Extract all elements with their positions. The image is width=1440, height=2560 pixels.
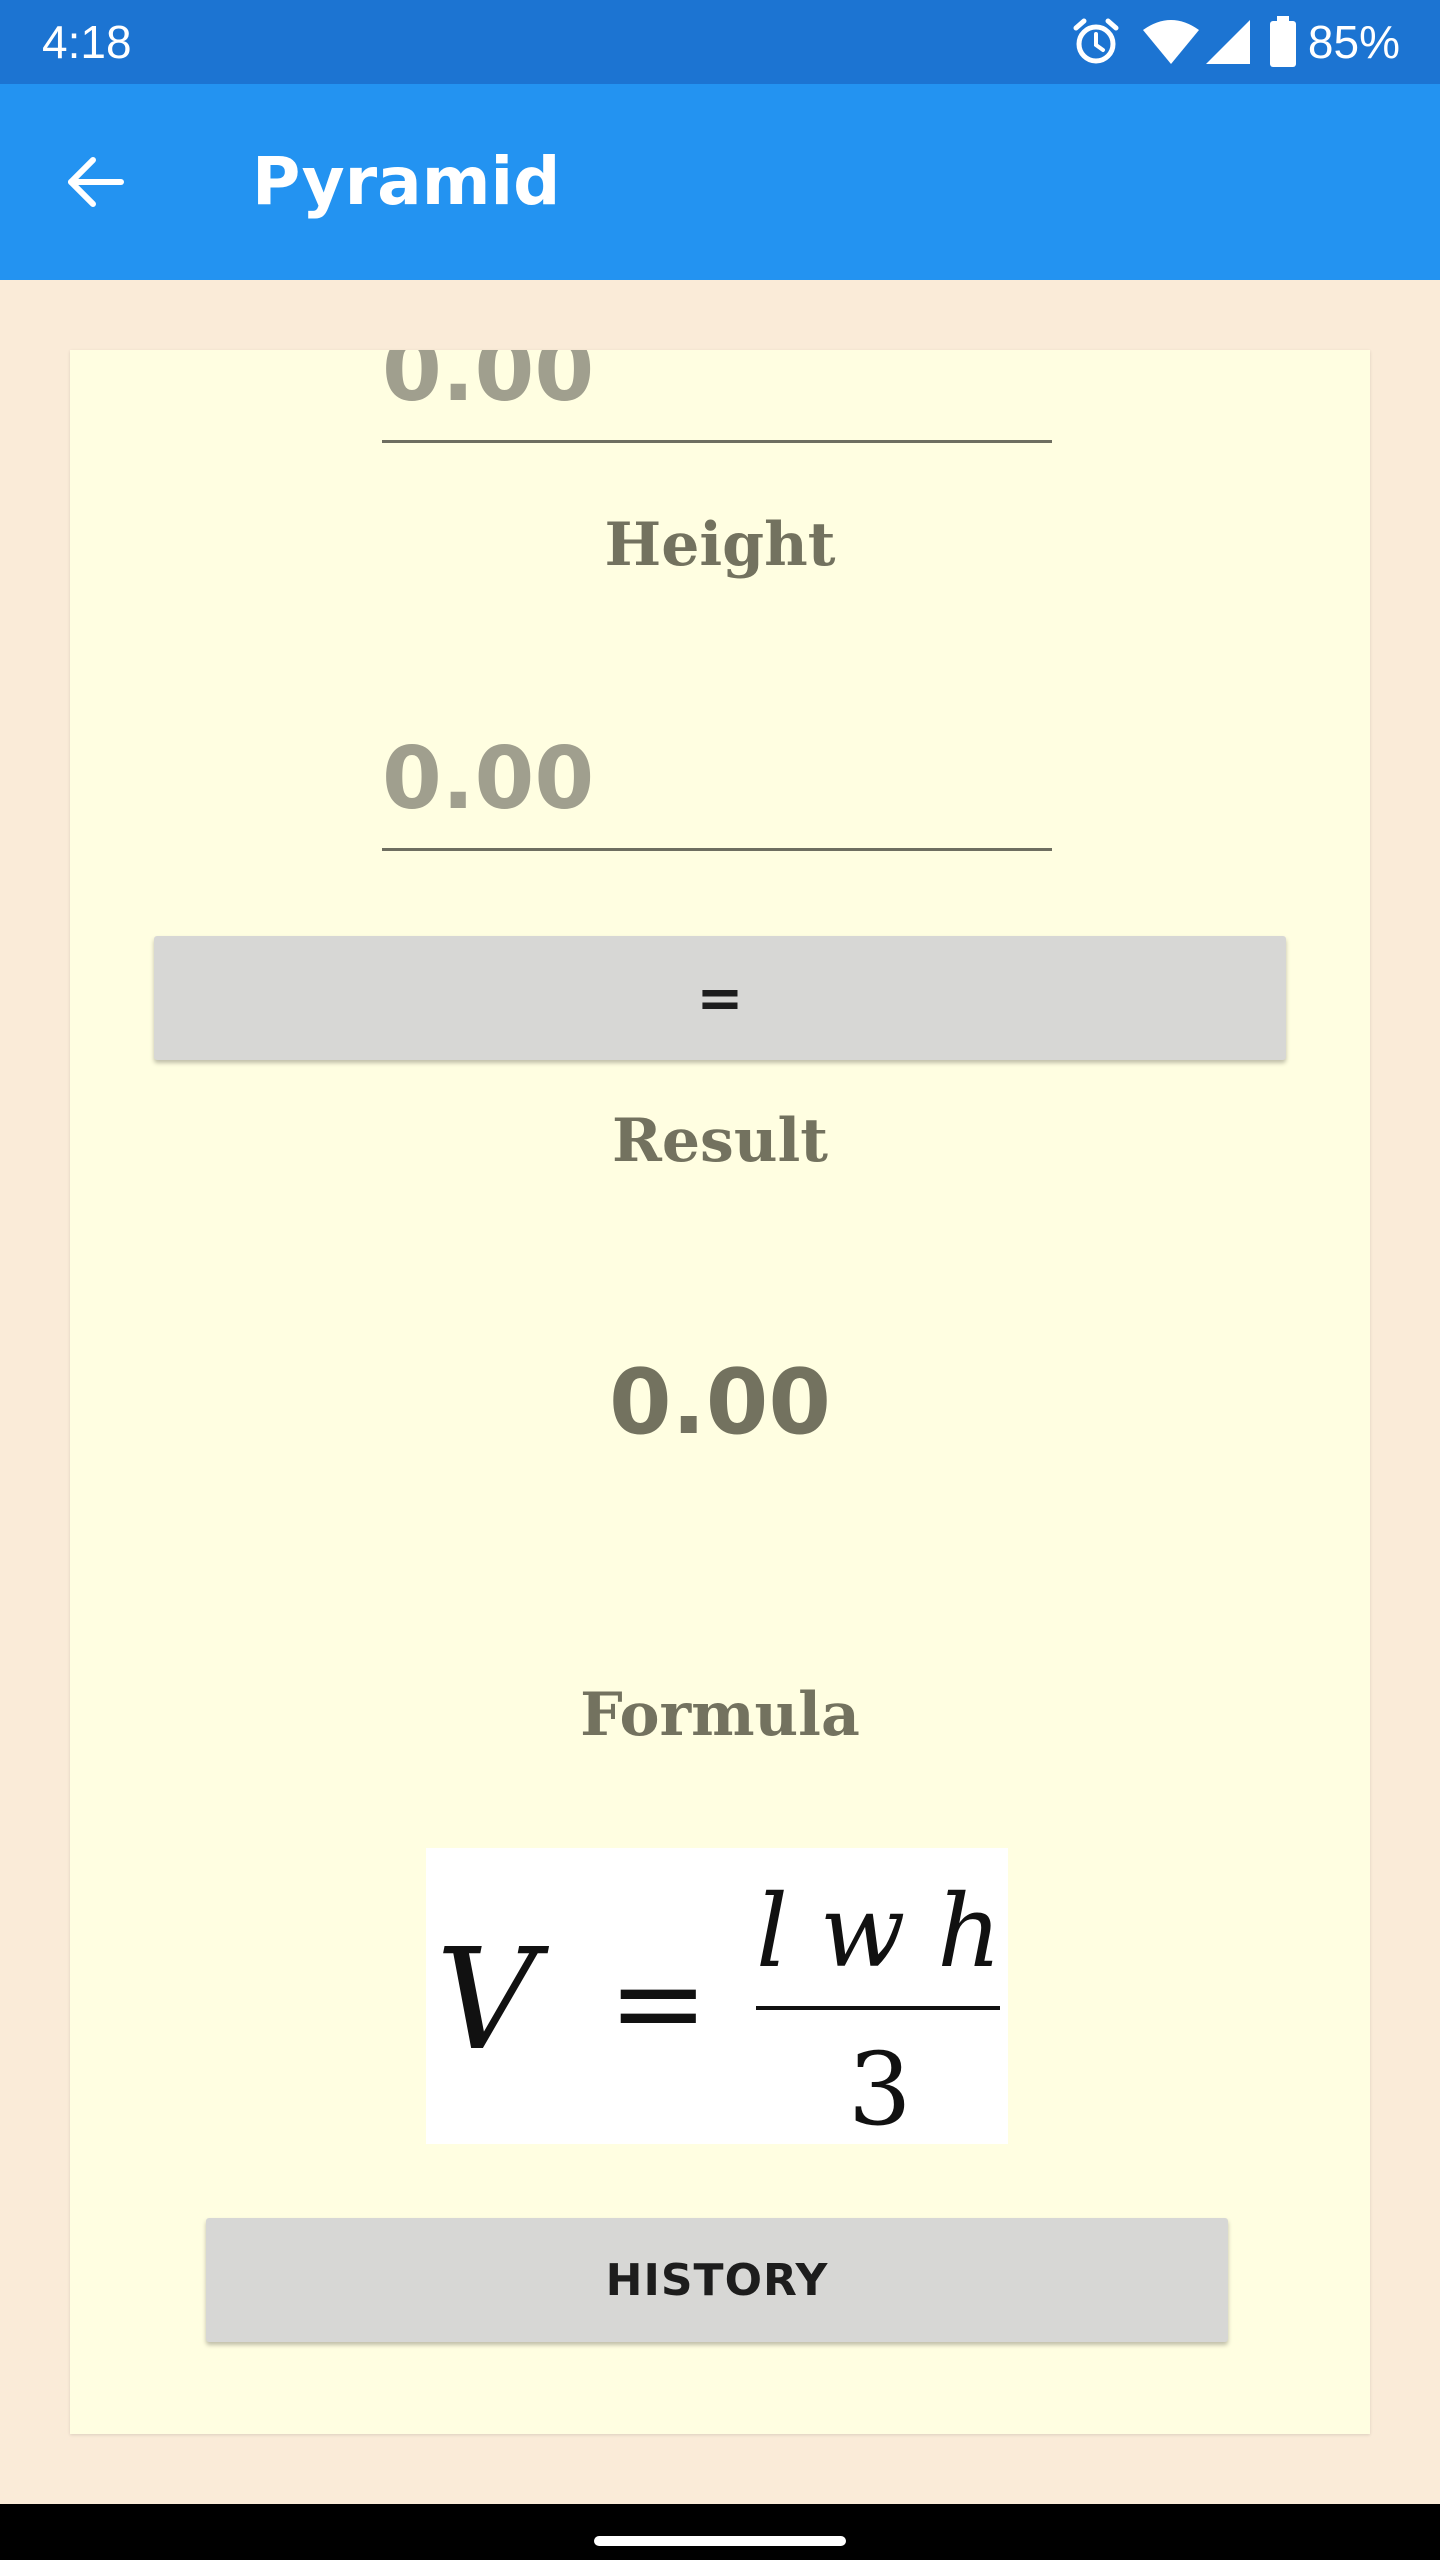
calculator-card: 0.00 Height 0.00 = Result 0.00 Formula V… <box>70 350 1370 2434</box>
navigation-bar <box>0 2504 1440 2560</box>
formula-numerator: l w h <box>756 1873 1002 1990</box>
arrow-back-icon <box>68 157 124 207</box>
page-title: Pyramid <box>252 143 561 220</box>
formula-label: Formula <box>580 1680 860 1750</box>
app-bar: Pyramid <box>0 84 1440 280</box>
height-input-field[interactable]: 0.00 <box>382 728 1052 851</box>
formula-lhs: V <box>436 1919 550 2082</box>
height-input-value: 0.00 <box>382 729 595 829</box>
status-icons: 85% <box>1070 14 1400 70</box>
formula-denominator: 3 <box>848 2031 912 2144</box>
home-handle[interactable] <box>594 2536 846 2546</box>
height-label: Height <box>604 510 836 580</box>
battery-percent: 85% <box>1307 16 1400 68</box>
signal-icon <box>1204 18 1252 66</box>
alarm-icon <box>1070 16 1122 68</box>
formula-equals: = <box>608 1934 709 2073</box>
back-button[interactable] <box>50 142 140 222</box>
result-value: 0.00 <box>608 1350 832 1455</box>
formula-image: V = l w h 3 <box>426 1848 1008 2144</box>
history-button[interactable]: HISTORY <box>206 2218 1228 2342</box>
result-label: Result <box>612 1106 828 1176</box>
base-input-field[interactable]: 0.00 <box>382 350 1052 443</box>
status-bar: 4:18 85% <box>0 0 1440 84</box>
battery-icon <box>1268 16 1298 68</box>
calculate-button[interactable]: = <box>154 936 1286 1060</box>
wifi-icon <box>1142 18 1200 66</box>
base-input-value: 0.00 <box>382 350 595 421</box>
status-time: 4:18 <box>42 16 132 68</box>
